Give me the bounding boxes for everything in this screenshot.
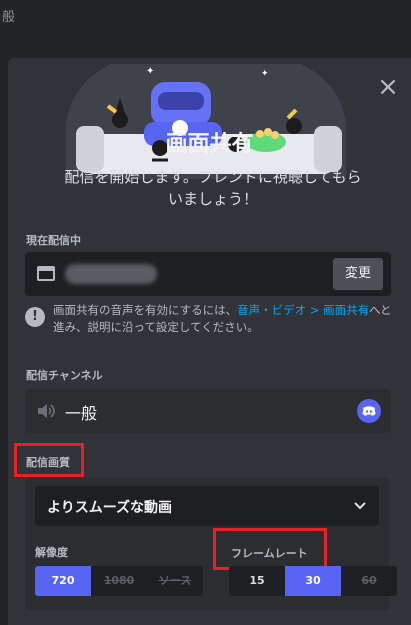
chevron-down-icon [354, 502, 366, 510]
resolution-option-1080[interactable]: 1080 [91, 566, 147, 596]
discord-server-icon [357, 399, 381, 423]
background-channel-text: 般 [2, 10, 16, 25]
close-button[interactable]: × [377, 74, 399, 100]
channel-name: 一般 [65, 404, 98, 423]
resolution-option-720[interactable]: 720 [35, 566, 91, 596]
current-stream-label: 現在配信中 [26, 234, 81, 247]
window-icon [37, 266, 55, 281]
highlight-quality-label [14, 443, 84, 477]
framerate-option-60[interactable]: 60 [341, 566, 397, 596]
screen-share-modal: ✦ ✦ × 画面共有 配信を開始します。フレンドに視聴してもらいましょう！ 現在… [8, 58, 411, 625]
blurred-source-name [65, 264, 157, 284]
quality-preset-select[interactable]: よりスムーズな動画 [35, 486, 379, 526]
audio-info-notice: ! 画面共有の音声を有効にするには、音声・ビデオ > 画面共有へと進み、説明に沿… [25, 302, 397, 342]
svg-text:✦: ✦ [261, 69, 269, 79]
modal-subtitle: 配信を開始します。フレンドに視聴してもらいましょう！ [64, 168, 362, 208]
stream-channel-label: 配信チャンネル [26, 369, 103, 382]
quality-preset-value: よりスムーズな動画 [47, 500, 173, 516]
svg-text:✦: ✦ [146, 66, 154, 77]
resolution-option-source[interactable]: ソース [147, 566, 203, 596]
close-icon: × [377, 72, 399, 102]
quality-panel: よりスムーズな動画 解像度 720 1080 ソース フレームレート 15 30… [25, 478, 397, 610]
stream-channel-field[interactable]: 一般 [25, 389, 391, 433]
audio-video-settings-link[interactable]: 音声・ビデオ > 画面共有 [237, 303, 369, 317]
highlight-framerate-label [213, 528, 327, 570]
hero-illustration: ✦ ✦ [66, 64, 346, 179]
modal-title: 画面共有 [165, 132, 254, 157]
speaker-icon [38, 404, 55, 418]
audio-info-text: 画面共有の音声を有効にするには、音声・ビデオ > 画面共有へと進み、説明に沿って… [53, 302, 397, 336]
resolution-label: 解像度 [35, 546, 68, 559]
framerate-option-15[interactable]: 15 [229, 566, 285, 596]
alert-icon: ! [25, 307, 45, 327]
current-stream-source: 変更 [25, 252, 391, 296]
info-text-before: 画面共有の音声を有効にするには、 [53, 303, 238, 317]
framerate-options: 15 30 60 [229, 566, 397, 596]
framerate-option-30[interactable]: 30 [285, 566, 341, 596]
resolution-options: 720 1080 ソース [35, 566, 203, 596]
change-source-button[interactable]: 変更 [333, 258, 383, 290]
